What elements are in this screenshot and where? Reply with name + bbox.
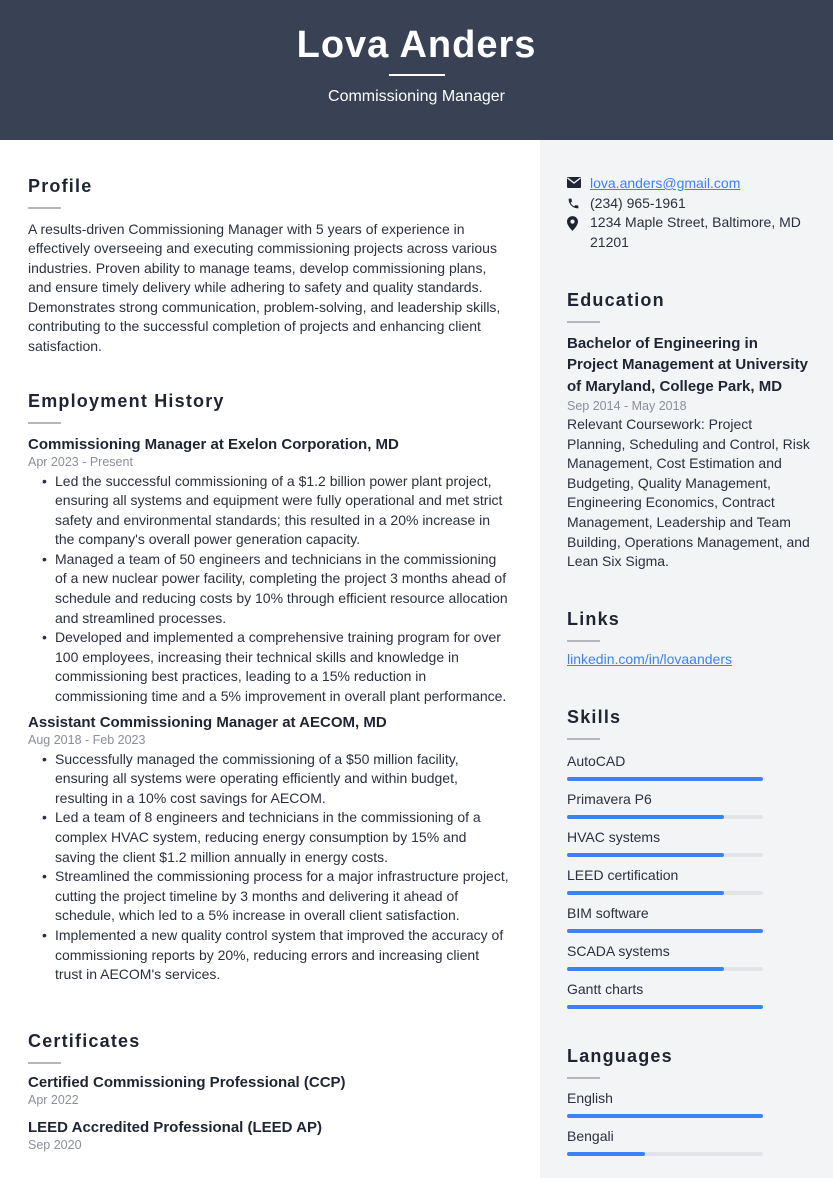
contact-section: lova.anders@gmail.com (234) 965-1961 123…: [567, 174, 812, 252]
skills-section: Skills AutoCAD Primavera P6 HVAC systems LE…: [567, 707, 812, 1009]
job-bullet: Implemented a new quality control system…: [28, 926, 510, 985]
job-bullet: Successfully managed the commissioning o…: [28, 750, 510, 809]
contact-address: 1234 Maple Street, Baltimore, MD 21201: [567, 213, 812, 252]
map-pin-icon: [567, 213, 590, 232]
skill-item: SCADA systems: [567, 942, 812, 971]
envelope-icon: [567, 174, 590, 188]
linkedin-link[interactable]: linkedin.com/in/lovaanders: [567, 651, 732, 667]
job-dates: Aug 2018 - Feb 2023: [28, 732, 146, 747]
links-section: Links linkedin.com/in/lovaanders: [567, 609, 812, 667]
education-section: Education Bachelor of Engineering in Pro…: [567, 290, 812, 572]
skills-list: AutoCAD Primavera P6 HVAC systems LEED cert…: [567, 752, 812, 1009]
section-title: Languages: [567, 1046, 673, 1066]
skill-item-level-bar: [567, 966, 763, 971]
skill-item-level-bar: [567, 776, 763, 781]
phone-icon: [567, 194, 590, 210]
header-divider: [389, 74, 445, 76]
skill-item-level-fill: [567, 966, 724, 971]
section-title: Employment History: [28, 391, 225, 411]
profile-section: Profile A results-driven Commissioning M…: [28, 176, 510, 357]
section-title: Certificates: [28, 1031, 141, 1051]
skill-item-level-fill: [567, 890, 724, 895]
section-divider: [567, 321, 600, 323]
job-bullets: Successfully managed the commissioning o…: [28, 750, 510, 985]
job-bullet: Managed a team of 50 engineers and techn…: [28, 550, 510, 628]
skill-item-level-bar: [567, 928, 763, 933]
skill-item: HVAC systems: [567, 828, 812, 857]
education-dates: Sep 2014 - May 2018: [567, 399, 687, 413]
languages-section: Languages English Bengali: [567, 1046, 812, 1156]
job-bullet: Streamlined the commissioning process fo…: [28, 867, 510, 926]
contact-phone: (234) 965-1961: [567, 194, 812, 214]
section-divider: [28, 1062, 61, 1064]
skill-item-level-bar: [567, 890, 763, 895]
language-item-name: English: [567, 1089, 613, 1106]
skill-item: Gantt charts: [567, 980, 812, 1009]
skill-item-level-fill: [567, 852, 724, 857]
job-title: Assistant Commissioning Manager at AECOM…: [28, 713, 387, 731]
candidate-name: Lova Anders: [296, 24, 537, 66]
address-text: 1234 Maple Street, Baltimore, MD 21201: [590, 214, 801, 250]
language-item-name: Bengali: [567, 1127, 614, 1144]
language-item: English: [567, 1089, 812, 1118]
degree-title: Bachelor of Engineering in Project Manag…: [567, 334, 808, 395]
job-title: Commissioning Manager at Exelon Corporat…: [28, 435, 399, 453]
section-title: Profile: [28, 176, 93, 196]
certificate-item: LEED Accredited Professional (LEED AP) S…: [28, 1119, 510, 1152]
job-bullet: Led a team of 8 engineers and technician…: [28, 808, 510, 867]
job-bullet: Led the successful commissioning of a $1…: [28, 472, 510, 550]
job-entry: Commissioning Manager at Exelon Corporat…: [28, 436, 510, 707]
skill-item-level-fill: [567, 776, 763, 781]
contact-email: lova.anders@gmail.com: [567, 174, 812, 194]
skill-item-level-fill: [567, 1004, 763, 1009]
section-divider: [567, 640, 600, 642]
language-item-level-bar: [567, 1151, 763, 1156]
certificate-item: Certified Commissioning Professional (CC…: [28, 1074, 510, 1107]
skill-item-name: SCADA systems: [567, 942, 670, 959]
languages-list: English Bengali: [567, 1089, 812, 1156]
skill-item-name: Gantt charts: [567, 980, 644, 997]
skill-item: AutoCAD: [567, 752, 812, 781]
skill-item: Primavera P6: [567, 790, 812, 819]
certificates-section: Certificates Certified Commissioning Pro…: [28, 1031, 510, 1152]
skill-item-level-bar: [567, 814, 763, 819]
job-bullets: Led the successful commissioning of a $1…: [28, 472, 510, 707]
language-item-level-fill: [567, 1151, 646, 1156]
job-dates: Apr 2023 - Present: [28, 454, 133, 469]
language-item-level-bar: [567, 1113, 763, 1118]
email-link[interactable]: lova.anders@gmail.com: [590, 174, 740, 194]
employment-section: Employment History Commissioning Manager…: [28, 391, 510, 985]
profile-text: A results-driven Commissioning Manager w…: [28, 220, 501, 355]
certificate-name: Certified Commissioning Professional (CC…: [28, 1073, 346, 1091]
section-title: Skills: [567, 707, 622, 727]
skill-item-name: HVAC systems: [567, 828, 661, 845]
skill-item-level-fill: [567, 814, 724, 819]
section-divider: [28, 207, 61, 209]
skill-item: LEED certification: [567, 866, 812, 895]
skill-item-level-bar: [567, 1004, 763, 1009]
section-title: Links: [567, 609, 621, 629]
resume-header: Lova Anders Commissioning Manager: [0, 0, 833, 140]
certificate-date: Sep 2020: [28, 1137, 82, 1152]
section-divider: [567, 738, 600, 740]
skill-item-name: LEED certification: [567, 866, 679, 883]
candidate-job-title: Commissioning Manager: [328, 88, 505, 105]
skill-item: BIM software: [567, 904, 812, 933]
language-item: Bengali: [567, 1127, 812, 1156]
job-bullet: Developed and implemented a comprehensiv…: [28, 628, 510, 706]
certificate-date: Apr 2022: [28, 1092, 79, 1107]
phone-number: (234) 965-1961: [590, 194, 686, 211]
skill-item-name: BIM software: [567, 904, 649, 921]
skill-item-name: AutoCAD: [567, 752, 626, 769]
section-divider: [567, 1077, 600, 1079]
skill-item-level-bar: [567, 852, 763, 857]
certificate-name: LEED Accredited Professional (LEED AP): [28, 1118, 322, 1136]
education-description: Relevant Coursework: Project Planning, S…: [567, 416, 810, 570]
language-item-level-fill: [567, 1113, 763, 1118]
skill-item-level-fill: [567, 928, 763, 933]
skill-item-name: Primavera P6: [567, 790, 652, 807]
section-title: Education: [567, 290, 665, 310]
section-divider: [28, 422, 61, 424]
job-entry: Assistant Commissioning Manager at AECOM…: [28, 714, 510, 985]
